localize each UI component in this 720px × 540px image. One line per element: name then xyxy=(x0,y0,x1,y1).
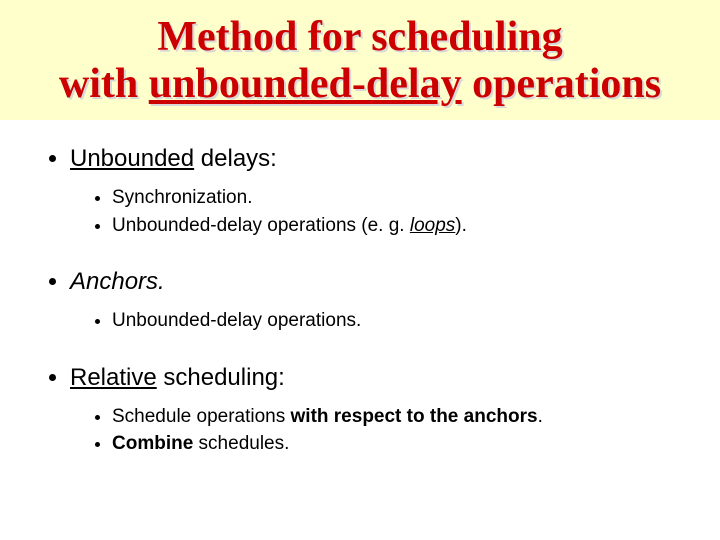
title-line2-pre: with xyxy=(59,61,149,107)
bullet-3-post: scheduling: xyxy=(157,364,285,391)
bullet-3-sub: Schedule operations with respect to the … xyxy=(70,403,690,458)
slide-title: Method for scheduling with unbounded-del… xyxy=(0,14,720,108)
bullet-3-sub-2-post: schedules. xyxy=(193,433,289,454)
bullet-1-sub-2-em: loops xyxy=(410,215,455,236)
bullet-3: Relative scheduling: Schedule operations… xyxy=(70,363,690,458)
bullet-list: Unbounded delays: Synchronization. Unbou… xyxy=(46,144,690,458)
title-line2-post: operations xyxy=(462,61,662,107)
bullet-1-sub: Synchronization. Unbounded-delay operati… xyxy=(70,184,690,239)
bullet-1-sub-1: Synchronization. xyxy=(112,184,690,212)
bullet-3-sub-2-bold: Combine xyxy=(112,433,193,454)
bullet-2-sub: Unbounded-delay operations. xyxy=(70,307,690,335)
bullet-2: Anchors. Unbounded-delay operations. xyxy=(70,267,690,335)
bullet-1-underlined: Unbounded xyxy=(70,145,194,172)
bullet-1-sub-2-pre: Unbounded-delay operations (e. g. xyxy=(112,215,410,236)
title-line2-underlined: unbounded-delay xyxy=(149,61,462,107)
bullet-3-sub-1-pre: Schedule operations xyxy=(112,406,291,427)
bullet-1: Unbounded delays: Synchronization. Unbou… xyxy=(70,144,690,239)
title-band: Method for scheduling with unbounded-del… xyxy=(0,0,720,120)
bullet-2-em: Anchors. xyxy=(70,268,165,295)
bullet-3-underlined: Relative xyxy=(70,364,157,391)
bullet-1-sub-2-post: ). xyxy=(455,215,467,236)
bullet-3-sub-1-post: . xyxy=(538,406,543,427)
title-line1: Method for scheduling xyxy=(157,14,562,60)
bullet-2-sub-1: Unbounded-delay operations. xyxy=(112,307,690,335)
bullet-1-post: delays: xyxy=(194,145,277,172)
slide-body: Unbounded delays: Synchronization. Unbou… xyxy=(0,120,720,458)
bullet-1-sub-2: Unbounded-delay operations (e. g. loops)… xyxy=(112,212,690,240)
bullet-3-sub-2: Combine schedules. xyxy=(112,430,690,458)
bullet-3-sub-1-bold: with respect to the anchors xyxy=(291,406,538,427)
bullet-3-sub-1: Schedule operations with respect to the … xyxy=(112,403,690,431)
slide: Method for scheduling with unbounded-del… xyxy=(0,0,720,540)
